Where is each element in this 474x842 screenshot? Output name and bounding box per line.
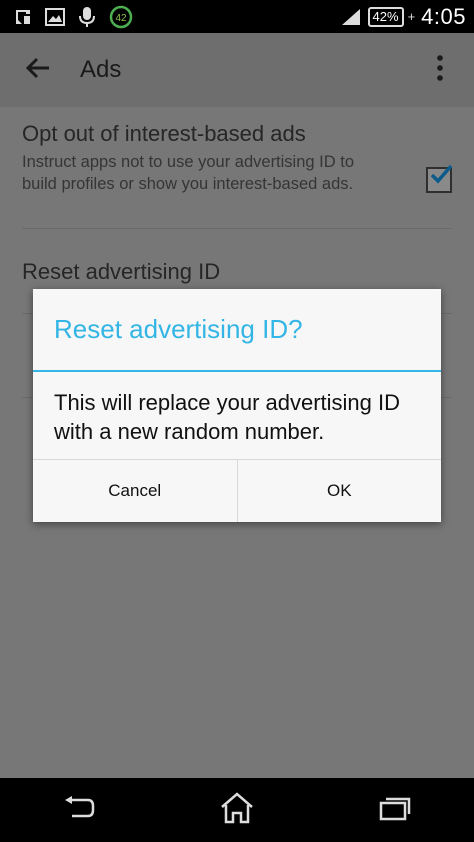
dialog-title: Reset advertising ID? — [33, 289, 441, 372]
download-progress-icon: 42 — [108, 5, 134, 28]
ok-button[interactable]: OK — [236, 460, 442, 522]
home-icon — [219, 791, 255, 829]
back-icon — [62, 795, 96, 825]
settings-notification-icon — [12, 6, 34, 28]
pref-reset-advertising-id[interactable]: Reset advertising ID — [22, 259, 452, 285]
more-vert-icon — [437, 54, 443, 86]
pref-title: Reset advertising ID — [22, 259, 221, 284]
image-icon — [44, 6, 66, 28]
divider — [22, 228, 452, 229]
back-button[interactable] — [18, 50, 58, 90]
overflow-menu-button[interactable] — [428, 50, 452, 90]
clock: 4:05 — [421, 3, 466, 29]
status-bar-system: 42% + 4:05 — [340, 4, 474, 30]
status-bar: 42 42% + 4:05 — [0, 0, 474, 33]
cancel-button[interactable]: Cancel — [33, 460, 237, 522]
dialog-button-bar: Cancel OK — [33, 459, 441, 522]
notification-badge: 42 — [115, 13, 127, 24]
checkmark-icon — [425, 164, 453, 192]
pref-summary: Instruct apps not to use your advertisin… — [22, 153, 355, 193]
pref-title: Opt out of interest-based ads — [22, 121, 306, 146]
nav-recent-apps-button[interactable] — [365, 788, 425, 832]
microphone-icon — [76, 6, 98, 28]
reset-ad-id-dialog: Reset advertising ID? This will replace … — [33, 289, 441, 522]
signal-icon — [340, 6, 362, 28]
nav-back-button[interactable] — [49, 788, 109, 832]
page-title: Ads — [80, 56, 122, 83]
app-bar: Ads — [0, 33, 474, 107]
status-bar-notifications: 42 — [0, 5, 134, 28]
dialog-message: This will replace your advertising ID wi… — [54, 390, 401, 444]
battery-icon: 42% — [367, 6, 404, 27]
pref-opt-out-interest-ads[interactable]: Opt out of interest-based ads Instruct a… — [22, 121, 453, 195]
arrow-left-icon — [25, 57, 51, 84]
nav-home-button[interactable] — [207, 788, 267, 832]
opt-out-checkbox[interactable] — [425, 164, 453, 193]
navigation-bar — [0, 778, 474, 842]
recent-apps-icon — [379, 795, 411, 826]
charging-icon: + — [407, 9, 416, 24]
battery-percent: 42% — [372, 8, 399, 24]
